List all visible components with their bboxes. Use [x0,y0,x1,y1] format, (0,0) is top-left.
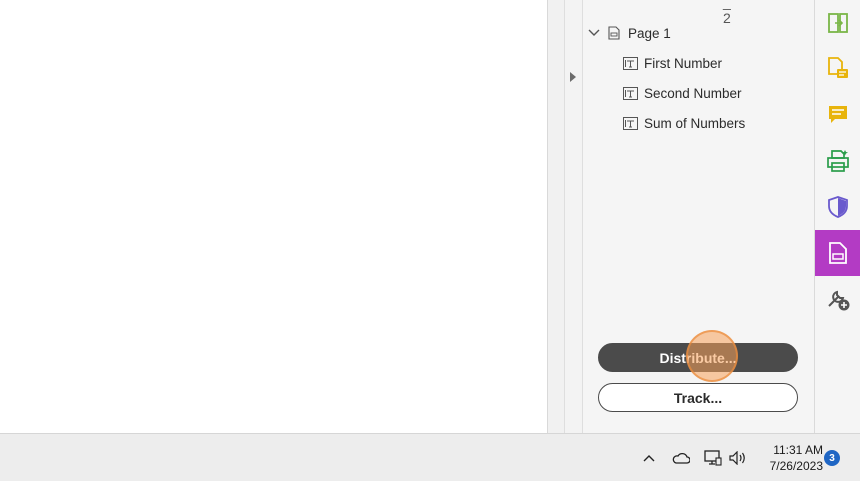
clock-time: 11:31 AM [773,443,823,457]
show-hidden-icons-chevron-icon[interactable] [640,434,658,482]
document-canvas[interactable] [0,0,547,433]
chevron-down-icon[interactable] [588,27,600,39]
onedrive-cloud-icon[interactable] [670,434,692,482]
tool-print-production[interactable] [815,138,860,184]
field-label: Sum of Numbers [644,115,746,131]
field-label: First Number [644,55,723,71]
panel-collapse-strip[interactable] [564,0,583,433]
notification-badge[interactable]: 3 [824,450,840,466]
page-icon [608,26,620,40]
organize-pages-icon [828,13,848,33]
text-field-icon [623,56,638,70]
distribute-button[interactable]: Distribute... [598,343,798,372]
field-label: Second Number [644,85,742,101]
tree-item-field[interactable]: First Number [623,53,722,73]
clock-date: 7/26/2023 [769,459,823,473]
windows-taskbar: 11:31 AM 7/26/2023 3 [0,433,860,481]
tree-item-field[interactable]: Second Number [623,83,742,103]
comment-file-icon [828,57,848,78]
track-button[interactable]: Track... [598,383,798,412]
network-icon[interactable] [702,434,724,482]
tool-organize-pages[interactable] [815,0,860,46]
right-tools-toolbar [814,0,860,433]
tool-more-tools[interactable] [815,276,860,322]
acrobat-window: _ 2 Page 1 First Number Second Number Su… [0,0,860,433]
comment-icon [829,106,847,123]
text-field-icon [623,116,638,130]
collapse-panel-arrow-icon[interactable] [570,72,576,82]
tree-item-field[interactable]: Sum of Numbers [623,113,745,133]
prepare-form-panel: _ 2 Page 1 First Number Second Number Su… [583,0,814,433]
tree-page-label: Page 1 [628,25,671,41]
tool-comment-file[interactable] [815,46,860,92]
tool-prepare-form[interactable] [815,230,860,276]
taskbar-clock[interactable]: 11:31 AM 7/26/2023 [755,442,823,474]
volume-icon[interactable] [727,434,749,482]
text-field-icon [623,86,638,100]
panel-top-glyphs: _ 2 [723,0,757,26]
tool-comment[interactable] [815,92,860,138]
print-production-icon [827,150,849,172]
protect-shield-icon [828,196,848,218]
tree-item-page-1[interactable]: Page 1 [588,23,671,43]
tool-protect[interactable] [815,184,860,230]
document-scrollbar[interactable] [547,0,564,433]
prepare-form-icon [829,242,847,264]
more-tools-icon [828,290,850,311]
